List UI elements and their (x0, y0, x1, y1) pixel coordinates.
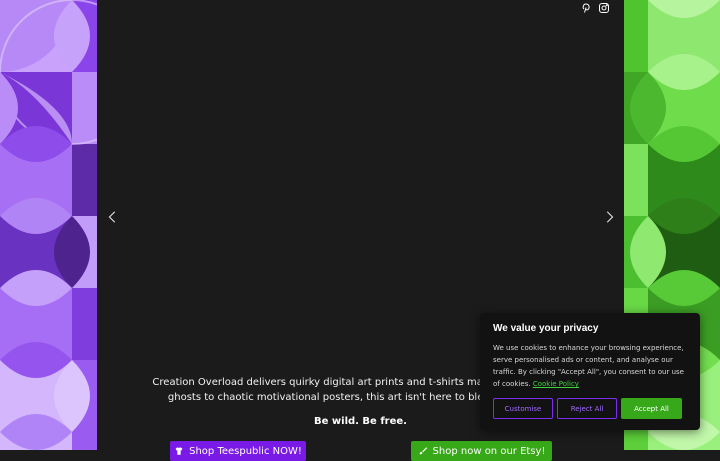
shop-teespublic-label: Shop Teespublic NOW! (189, 445, 302, 457)
instagram-icon[interactable] (598, 2, 610, 14)
chevron-right-icon[interactable] (602, 210, 616, 224)
pinterest-icon[interactable] (580, 2, 592, 14)
reject-all-button[interactable]: Reject All (557, 398, 617, 419)
cookie-title: We value your privacy (493, 323, 599, 334)
shop-etsy-label: Shop now on our Etsy! (432, 445, 546, 457)
accept-all-button[interactable]: Accept All (621, 398, 682, 419)
cookie-policy-link[interactable]: Cookie Policy (533, 380, 579, 388)
cookie-text: We use cookies to enhance your browsing … (493, 342, 689, 390)
shop-teespublic-button[interactable]: Shop Teespublic NOW! (170, 441, 306, 461)
shop-etsy-button[interactable]: Shop now on our Etsy! (411, 441, 552, 461)
cookie-consent-banner: We value your privacy We use cookies to … (480, 313, 700, 430)
brush-icon (419, 447, 427, 455)
social-links (580, 2, 610, 14)
customise-button[interactable]: Customise (493, 398, 553, 419)
left-decorative-pattern (0, 0, 97, 450)
chevron-left-icon[interactable] (106, 210, 120, 224)
cookie-actions: Customise Reject All Accept All (493, 398, 682, 419)
cookie-body: We use cookies to enhance your browsing … (493, 344, 684, 388)
shirt-icon (175, 447, 183, 455)
